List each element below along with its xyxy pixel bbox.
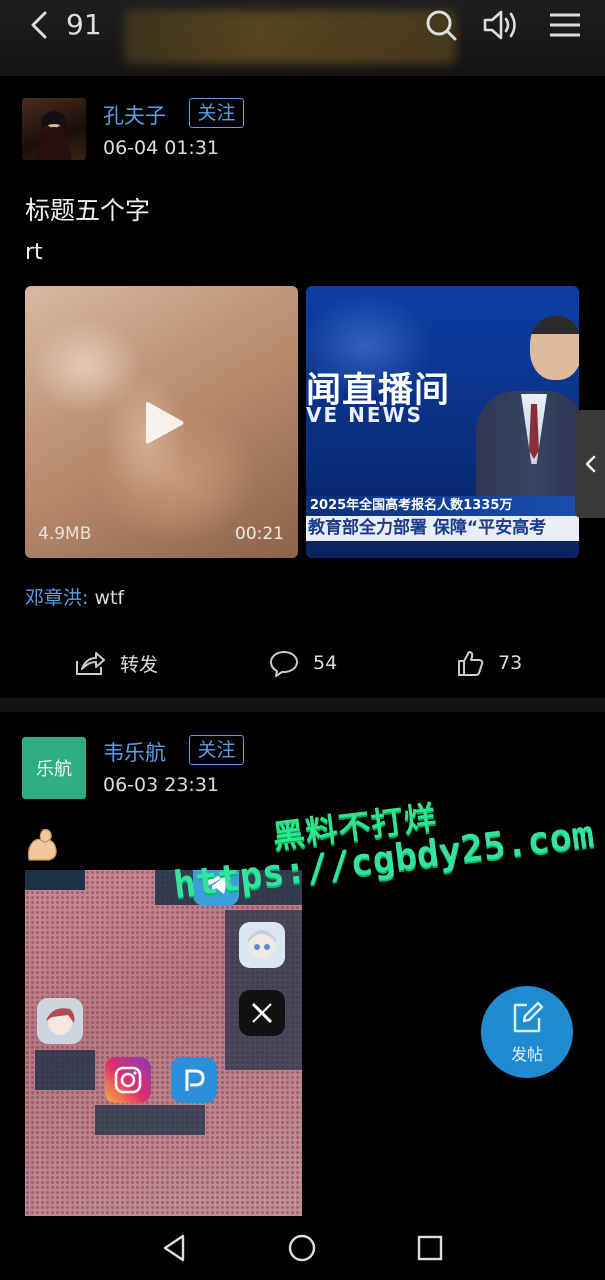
like-button[interactable]: 73 [456, 646, 522, 680]
video-size: 4.9MB [38, 524, 92, 544]
side-drawer-handle[interactable] [575, 410, 605, 518]
search-icon[interactable] [422, 6, 460, 44]
thumbs-up-icon [458, 651, 484, 676]
video-thumbnail[interactable]: 4.9MB 00:21 [25, 286, 298, 558]
follow-button[interactable]: 关注 [189, 98, 244, 128]
top-bar: 91 [0, 0, 605, 76]
share-label: 转发 [120, 653, 159, 676]
menu-icon[interactable] [546, 6, 584, 44]
avatar-text: 乐航 [36, 759, 72, 780]
news-ticker-top: 2025年全国高考报名人数1335万 [306, 496, 579, 516]
play-icon[interactable] [138, 398, 188, 448]
new-post-label: 发帖 [510, 1045, 543, 1064]
image-dark-patch [25, 870, 85, 890]
follow-button[interactable]: 关注 [189, 735, 244, 765]
edit-icon [513, 1001, 544, 1033]
speaker-icon[interactable] [482, 6, 520, 44]
anime-app-icon [239, 922, 285, 968]
nav-back-icon[interactable] [156, 1230, 192, 1266]
post-image[interactable] [25, 870, 302, 1216]
chevron-left-icon [585, 455, 596, 473]
pixiv-icon [171, 1057, 217, 1103]
comment-user[interactable]: 邓章洪: [25, 587, 88, 609]
share-icon [76, 652, 105, 675]
post-title[interactable]: 标题五个字 [25, 191, 150, 227]
comment-icon [270, 651, 298, 677]
x-icon [239, 990, 285, 1036]
comment-text: wtf [88, 587, 125, 609]
avatar[interactable]: 乐航 [22, 737, 86, 799]
video-duration: 00:21 [235, 524, 284, 544]
post-time: 06-03 23:31 [103, 774, 220, 796]
news-anchor-head [530, 316, 579, 380]
comment-count: 54 [313, 652, 338, 674]
post-divider [0, 698, 605, 712]
nav-home-icon[interactable] [284, 1230, 320, 1266]
post-username[interactable]: 韦乐航 [103, 737, 166, 767]
instagram-icon [105, 1057, 151, 1103]
back-icon[interactable] [22, 8, 56, 42]
news-ticker-main: 教育部全力部署 保障“平安高考 [306, 516, 579, 541]
image-dark-patch [35, 1050, 95, 1090]
news-image[interactable]: 闻直播间 VE NEWS 2025年全国高考报名人数1335万 教育部全力部署 … [306, 286, 579, 558]
news-bottom-strip [306, 541, 579, 558]
image-dark-patch [95, 1105, 205, 1135]
comment-button[interactable]: 54 [269, 646, 337, 680]
share-button[interactable]: 转发 [74, 646, 158, 680]
comment[interactable]: 邓章洪: wtf [25, 583, 124, 610]
flexed-biceps-icon [27, 828, 57, 861]
app-screen: 91 孔夫子 关注 06-04 01:31 标题五个字 rt 4.9MB 00:… [0, 0, 605, 1280]
post-time: 06-04 01:31 [103, 137, 220, 159]
post-username[interactable]: 孔夫子 [103, 100, 166, 130]
page-count: 91 [66, 8, 102, 41]
news-english-text: VE NEWS [306, 403, 423, 427]
anime-app-icon [37, 998, 83, 1044]
avatar[interactable] [22, 98, 86, 160]
top-banner-ad[interactable] [124, 10, 456, 64]
new-post-button[interactable]: 发帖 [481, 986, 573, 1078]
post-body[interactable]: rt [25, 240, 43, 265]
system-nav-bar [0, 1216, 605, 1280]
like-count: 73 [498, 652, 523, 674]
nav-recents-icon[interactable] [412, 1230, 448, 1266]
